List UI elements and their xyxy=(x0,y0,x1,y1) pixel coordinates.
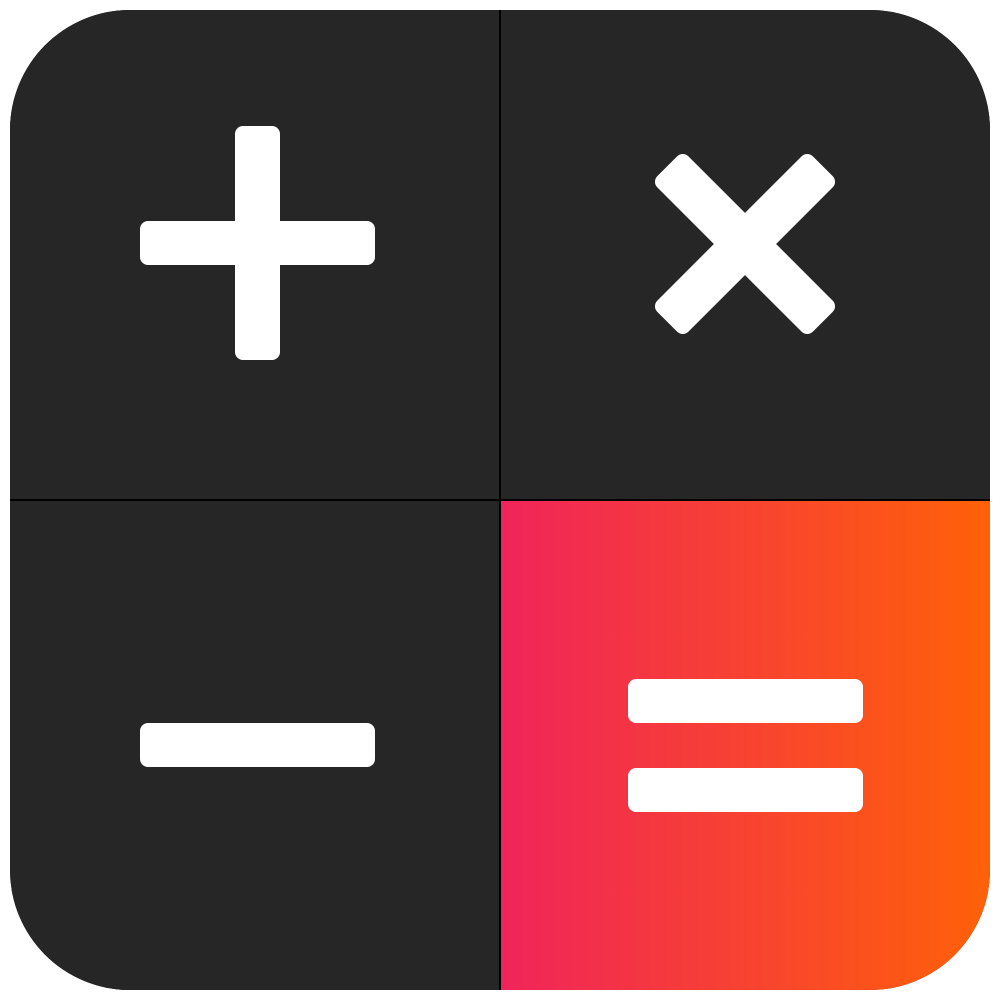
multiply-icon xyxy=(654,153,836,335)
plus-icon xyxy=(140,126,375,360)
minus-key[interactable] xyxy=(10,501,499,990)
minus-icon xyxy=(140,723,375,767)
plus-key[interactable] xyxy=(10,10,499,499)
equals-key[interactable] xyxy=(501,501,990,990)
multiply-key[interactable] xyxy=(501,10,990,499)
calculator-app-icon[interactable] xyxy=(10,10,990,990)
equals-icon xyxy=(628,679,863,812)
